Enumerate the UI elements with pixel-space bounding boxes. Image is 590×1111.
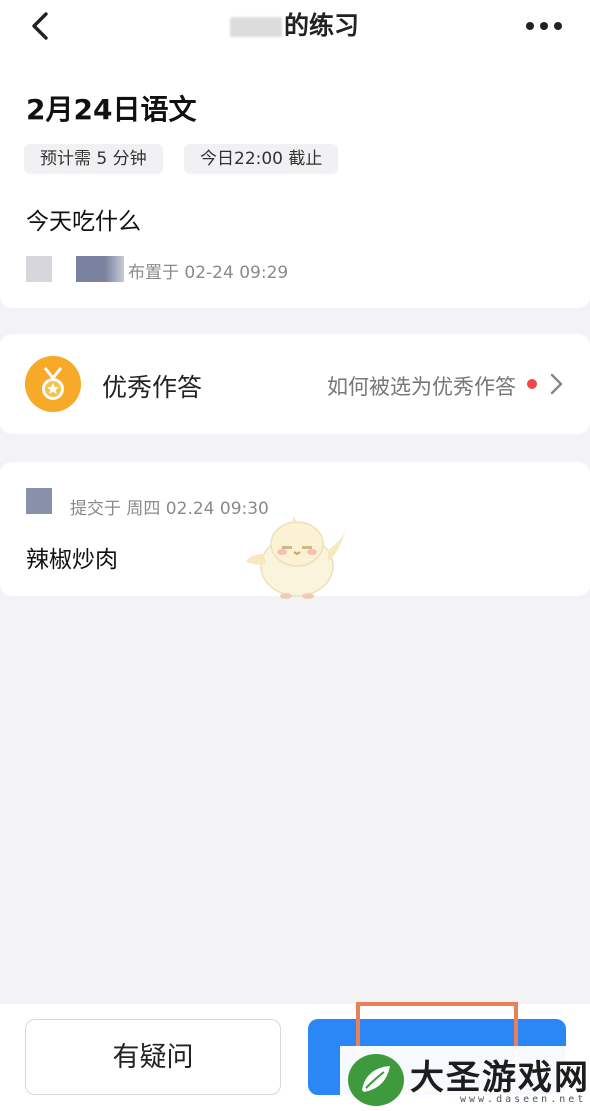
site-watermark: 大圣游戏网 www.daseen.net bbox=[340, 1046, 590, 1111]
duration-tag: 预计需 5 分钟 bbox=[24, 144, 163, 174]
watermark-url: www.daseen.net bbox=[460, 1094, 587, 1105]
page-title-text: 的练习 bbox=[284, 11, 360, 40]
submit-time: 提交于 周四 02.24 09:30 bbox=[70, 499, 269, 519]
more-horizontal-icon[interactable] bbox=[524, 12, 564, 40]
task-content: 今天吃什么 bbox=[26, 209, 141, 235]
deadline-tag: 今日22:00 截止 bbox=[184, 144, 339, 174]
chevron-right-icon[interactable] bbox=[548, 372, 564, 396]
top-nav-bar: 的练习 bbox=[0, 0, 590, 58]
avatar bbox=[26, 256, 52, 282]
assign-time: 布置于 02-24 09:29 bbox=[128, 263, 289, 283]
student-avatar bbox=[26, 488, 52, 514]
watermark-text: 大圣游戏网 bbox=[410, 1058, 590, 1098]
answer-content: 辣椒炒肉 bbox=[26, 547, 118, 573]
leaf-logo-icon bbox=[348, 1054, 404, 1106]
teacher-avatar bbox=[76, 256, 124, 282]
task-title: 2月24日语文 bbox=[26, 93, 197, 126]
notification-dot bbox=[527, 379, 537, 389]
chick-mascot-icon bbox=[246, 516, 346, 599]
excellent-answer-label: 优秀作答 bbox=[102, 373, 203, 402]
page-title: 的练习 bbox=[230, 8, 359, 44]
question-button[interactable]: 有疑问 bbox=[25, 1019, 281, 1095]
medal-icon bbox=[25, 356, 81, 412]
excellent-answer-row[interactable]: 优秀作答 如何被选为优秀作答 bbox=[0, 334, 590, 434]
task-card: 2月24日语文 预计需 5 分钟 今日22:00 截止 今天吃什么 布置于 02… bbox=[0, 58, 590, 308]
how-to-be-selected-link[interactable]: 如何被选为优秀作答 bbox=[327, 371, 516, 401]
blurred-name bbox=[230, 17, 282, 37]
chevron-left-icon[interactable] bbox=[22, 6, 62, 46]
